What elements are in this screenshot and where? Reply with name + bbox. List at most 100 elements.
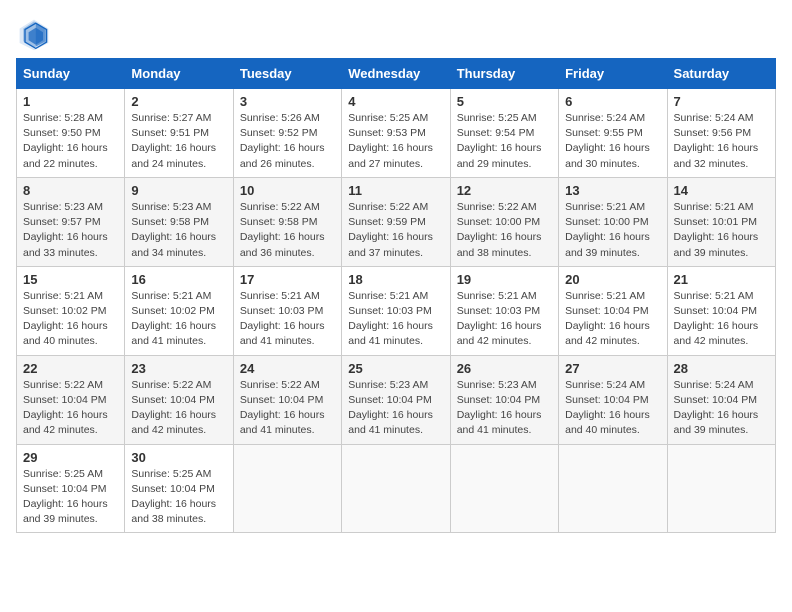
- day-number: 24: [240, 361, 335, 376]
- calendar-cell: [450, 444, 558, 533]
- calendar-cell: 2 Sunrise: 5:27 AM Sunset: 9:51 PM Dayli…: [125, 89, 233, 178]
- day-info: Sunrise: 5:28 AM Sunset: 9:50 PM Dayligh…: [23, 111, 118, 172]
- calendar-cell: 14 Sunrise: 5:21 AM Sunset: 10:01 PM Day…: [667, 177, 775, 266]
- day-info: Sunrise: 5:24 AM Sunset: 10:04 PM Daylig…: [565, 378, 660, 439]
- calendar-cell: 3 Sunrise: 5:26 AM Sunset: 9:52 PM Dayli…: [233, 89, 341, 178]
- calendar-cell: 27 Sunrise: 5:24 AM Sunset: 10:04 PM Day…: [559, 355, 667, 444]
- day-number: 15: [23, 272, 118, 287]
- day-number: 29: [23, 450, 118, 465]
- day-info: Sunrise: 5:21 AM Sunset: 10:00 PM Daylig…: [565, 200, 660, 261]
- day-info: Sunrise: 5:23 AM Sunset: 10:04 PM Daylig…: [457, 378, 552, 439]
- day-number: 12: [457, 183, 552, 198]
- day-number: 20: [565, 272, 660, 287]
- day-number: 26: [457, 361, 552, 376]
- weekday-header-thursday: Thursday: [450, 59, 558, 89]
- calendar-cell: [667, 444, 775, 533]
- day-info: Sunrise: 5:25 AM Sunset: 9:53 PM Dayligh…: [348, 111, 443, 172]
- day-info: Sunrise: 5:26 AM Sunset: 9:52 PM Dayligh…: [240, 111, 335, 172]
- calendar-cell: 12 Sunrise: 5:22 AM Sunset: 10:00 PM Day…: [450, 177, 558, 266]
- day-number: 9: [131, 183, 226, 198]
- calendar-week-1: 1 Sunrise: 5:28 AM Sunset: 9:50 PM Dayli…: [17, 89, 776, 178]
- calendar-cell: 20 Sunrise: 5:21 AM Sunset: 10:04 PM Day…: [559, 266, 667, 355]
- day-info: Sunrise: 5:22 AM Sunset: 9:58 PM Dayligh…: [240, 200, 335, 261]
- day-number: 23: [131, 361, 226, 376]
- day-info: Sunrise: 5:22 AM Sunset: 10:04 PM Daylig…: [131, 378, 226, 439]
- day-info: Sunrise: 5:25 AM Sunset: 10:04 PM Daylig…: [23, 467, 118, 528]
- day-info: Sunrise: 5:23 AM Sunset: 10:04 PM Daylig…: [348, 378, 443, 439]
- logo-icon: [16, 16, 52, 52]
- day-number: 2: [131, 94, 226, 109]
- day-number: 4: [348, 94, 443, 109]
- calendar-cell: 28 Sunrise: 5:24 AM Sunset: 10:04 PM Day…: [667, 355, 775, 444]
- weekday-header-tuesday: Tuesday: [233, 59, 341, 89]
- calendar-cell: 6 Sunrise: 5:24 AM Sunset: 9:55 PM Dayli…: [559, 89, 667, 178]
- day-number: 19: [457, 272, 552, 287]
- day-number: 16: [131, 272, 226, 287]
- calendar-cell: 11 Sunrise: 5:22 AM Sunset: 9:59 PM Dayl…: [342, 177, 450, 266]
- day-info: Sunrise: 5:22 AM Sunset: 9:59 PM Dayligh…: [348, 200, 443, 261]
- day-info: Sunrise: 5:21 AM Sunset: 10:04 PM Daylig…: [565, 289, 660, 350]
- day-info: Sunrise: 5:25 AM Sunset: 9:54 PM Dayligh…: [457, 111, 552, 172]
- calendar-cell: [559, 444, 667, 533]
- weekday-header-wednesday: Wednesday: [342, 59, 450, 89]
- day-number: 8: [23, 183, 118, 198]
- calendar-cell: 16 Sunrise: 5:21 AM Sunset: 10:02 PM Day…: [125, 266, 233, 355]
- day-number: 5: [457, 94, 552, 109]
- calendar-cell: 18 Sunrise: 5:21 AM Sunset: 10:03 PM Day…: [342, 266, 450, 355]
- day-number: 14: [674, 183, 769, 198]
- day-info: Sunrise: 5:21 AM Sunset: 10:03 PM Daylig…: [348, 289, 443, 350]
- calendar-cell: 25 Sunrise: 5:23 AM Sunset: 10:04 PM Day…: [342, 355, 450, 444]
- calendar-table: SundayMondayTuesdayWednesdayThursdayFrid…: [16, 58, 776, 533]
- calendar-cell: 26 Sunrise: 5:23 AM Sunset: 10:04 PM Day…: [450, 355, 558, 444]
- day-number: 7: [674, 94, 769, 109]
- calendar-week-5: 29 Sunrise: 5:25 AM Sunset: 10:04 PM Day…: [17, 444, 776, 533]
- calendar-cell: 7 Sunrise: 5:24 AM Sunset: 9:56 PM Dayli…: [667, 89, 775, 178]
- day-number: 13: [565, 183, 660, 198]
- day-info: Sunrise: 5:21 AM Sunset: 10:02 PM Daylig…: [131, 289, 226, 350]
- calendar-cell: 29 Sunrise: 5:25 AM Sunset: 10:04 PM Day…: [17, 444, 125, 533]
- day-info: Sunrise: 5:21 AM Sunset: 10:04 PM Daylig…: [674, 289, 769, 350]
- day-info: Sunrise: 5:22 AM Sunset: 10:04 PM Daylig…: [240, 378, 335, 439]
- day-info: Sunrise: 5:24 AM Sunset: 9:56 PM Dayligh…: [674, 111, 769, 172]
- day-number: 27: [565, 361, 660, 376]
- weekday-header-saturday: Saturday: [667, 59, 775, 89]
- day-info: Sunrise: 5:21 AM Sunset: 10:03 PM Daylig…: [240, 289, 335, 350]
- day-number: 18: [348, 272, 443, 287]
- day-info: Sunrise: 5:23 AM Sunset: 9:57 PM Dayligh…: [23, 200, 118, 261]
- calendar-cell: 9 Sunrise: 5:23 AM Sunset: 9:58 PM Dayli…: [125, 177, 233, 266]
- day-info: Sunrise: 5:24 AM Sunset: 10:04 PM Daylig…: [674, 378, 769, 439]
- day-number: 25: [348, 361, 443, 376]
- calendar-week-4: 22 Sunrise: 5:22 AM Sunset: 10:04 PM Day…: [17, 355, 776, 444]
- day-number: 22: [23, 361, 118, 376]
- day-info: Sunrise: 5:25 AM Sunset: 10:04 PM Daylig…: [131, 467, 226, 528]
- weekday-header-sunday: Sunday: [17, 59, 125, 89]
- calendar-cell: 13 Sunrise: 5:21 AM Sunset: 10:00 PM Day…: [559, 177, 667, 266]
- day-number: 21: [674, 272, 769, 287]
- day-number: 11: [348, 183, 443, 198]
- day-number: 28: [674, 361, 769, 376]
- page-header: [16, 16, 776, 52]
- day-info: Sunrise: 5:24 AM Sunset: 9:55 PM Dayligh…: [565, 111, 660, 172]
- calendar-cell: 8 Sunrise: 5:23 AM Sunset: 9:57 PM Dayli…: [17, 177, 125, 266]
- calendar-cell: 30 Sunrise: 5:25 AM Sunset: 10:04 PM Day…: [125, 444, 233, 533]
- day-info: Sunrise: 5:21 AM Sunset: 10:03 PM Daylig…: [457, 289, 552, 350]
- day-number: 30: [131, 450, 226, 465]
- day-info: Sunrise: 5:22 AM Sunset: 10:04 PM Daylig…: [23, 378, 118, 439]
- calendar-cell: [342, 444, 450, 533]
- day-info: Sunrise: 5:21 AM Sunset: 10:01 PM Daylig…: [674, 200, 769, 261]
- day-number: 1: [23, 94, 118, 109]
- calendar-cell: 1 Sunrise: 5:28 AM Sunset: 9:50 PM Dayli…: [17, 89, 125, 178]
- calendar-cell: [233, 444, 341, 533]
- calendar-cell: 17 Sunrise: 5:21 AM Sunset: 10:03 PM Day…: [233, 266, 341, 355]
- calendar-cell: 15 Sunrise: 5:21 AM Sunset: 10:02 PM Day…: [17, 266, 125, 355]
- weekday-header-friday: Friday: [559, 59, 667, 89]
- day-info: Sunrise: 5:22 AM Sunset: 10:00 PM Daylig…: [457, 200, 552, 261]
- calendar-cell: 22 Sunrise: 5:22 AM Sunset: 10:04 PM Day…: [17, 355, 125, 444]
- calendar-cell: 10 Sunrise: 5:22 AM Sunset: 9:58 PM Dayl…: [233, 177, 341, 266]
- day-info: Sunrise: 5:23 AM Sunset: 9:58 PM Dayligh…: [131, 200, 226, 261]
- weekday-header-monday: Monday: [125, 59, 233, 89]
- calendar-cell: 24 Sunrise: 5:22 AM Sunset: 10:04 PM Day…: [233, 355, 341, 444]
- day-number: 17: [240, 272, 335, 287]
- calendar-cell: 23 Sunrise: 5:22 AM Sunset: 10:04 PM Day…: [125, 355, 233, 444]
- logo: [16, 16, 58, 52]
